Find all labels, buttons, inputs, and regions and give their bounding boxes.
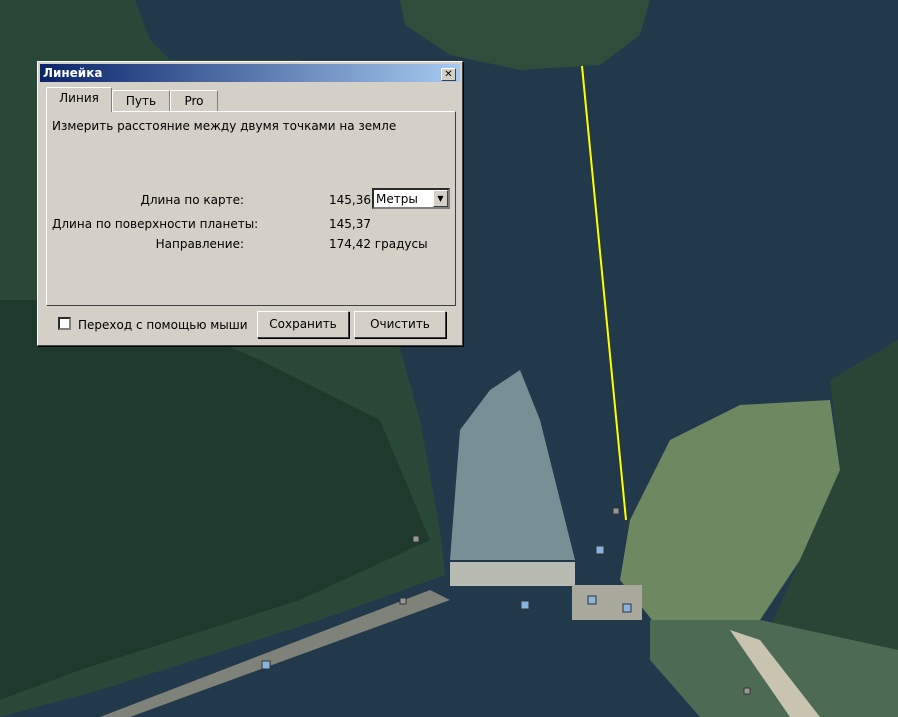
map-marker-icon[interactable] bbox=[595, 545, 605, 555]
dropdown-arrow-icon[interactable]: ▼ bbox=[433, 190, 448, 207]
map-marker-icon[interactable] bbox=[399, 597, 407, 605]
save-button[interactable]: Сохранить bbox=[257, 311, 349, 338]
direction-value: 174,42 градусы bbox=[329, 237, 428, 251]
map-marker-icon[interactable] bbox=[261, 660, 271, 670]
tab-path[interactable]: Путь bbox=[112, 90, 170, 112]
mouse-nav-checkbox[interactable] bbox=[58, 317, 71, 330]
surface-length-value: 145,37 bbox=[329, 217, 371, 231]
dialog-titlebar[interactable]: Линейка ✕ bbox=[40, 64, 460, 82]
map-marker-icon[interactable] bbox=[520, 600, 530, 610]
clear-button[interactable]: Очистить bbox=[354, 311, 446, 338]
dam-pier bbox=[572, 585, 642, 620]
ruler-dialog: Линейка ✕ Линия Путь Pro Измерить рассто… bbox=[37, 61, 463, 346]
map-marker-icon[interactable] bbox=[612, 507, 620, 515]
unit-select[interactable]: Метры ▼ bbox=[372, 188, 450, 209]
dialog-title: Линейка bbox=[43, 66, 103, 80]
map-length-label: Длина по карте: bbox=[140, 193, 245, 207]
map-marker-icon[interactable] bbox=[622, 603, 632, 613]
map-marker-icon[interactable] bbox=[587, 595, 597, 605]
description-text: Измерить расстояние между двумя точками … bbox=[52, 119, 397, 133]
map-marker-icon[interactable] bbox=[412, 535, 420, 543]
surface-length-label: Длина по поверхности планеты: bbox=[52, 217, 259, 231]
unit-selected-value: Метры bbox=[376, 192, 418, 206]
map-length-value: 145,36 bbox=[329, 193, 371, 207]
dam-structure bbox=[450, 562, 575, 586]
close-icon[interactable]: ✕ bbox=[441, 68, 456, 81]
tab-line[interactable]: Линия bbox=[46, 87, 112, 112]
mouse-nav-label: Переход с помощью мыши bbox=[78, 318, 248, 332]
direction-label: Направление: bbox=[155, 237, 244, 251]
map-marker-icon[interactable] bbox=[743, 687, 751, 695]
tab-pro[interactable]: Pro bbox=[170, 90, 218, 112]
